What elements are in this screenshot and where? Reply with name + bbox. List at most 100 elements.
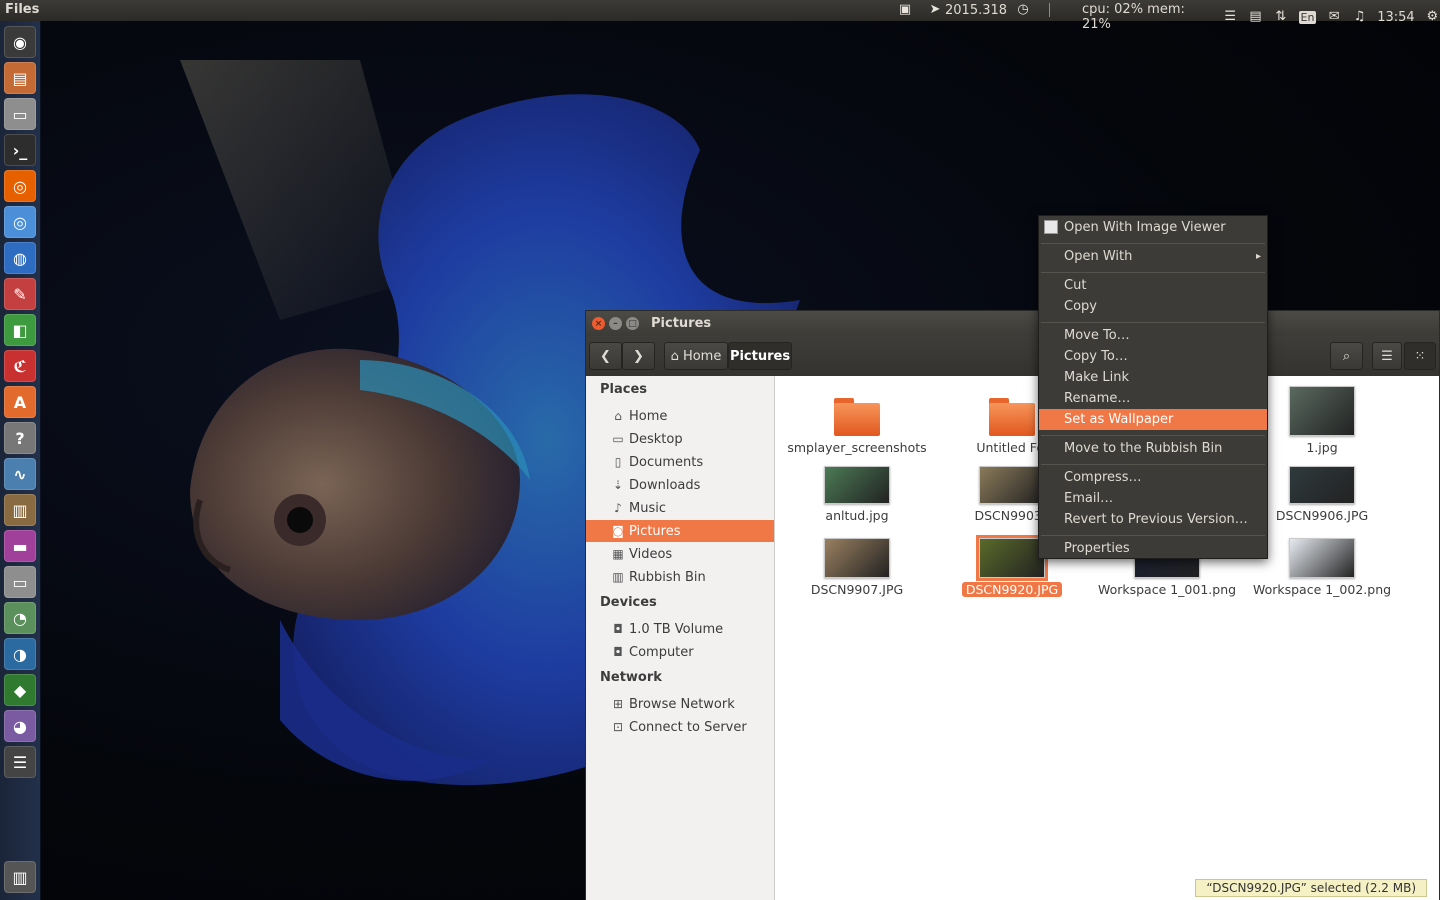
document-icon: ▯ — [614, 455, 622, 469]
grid-view-button[interactable]: ⁙ — [1404, 342, 1436, 370]
file-item[interactable]: DSCN9907.JPG — [782, 538, 932, 597]
menu-item-make-link[interactable]: Make Link — [1039, 367, 1267, 388]
dash-icon[interactable]: ◉ — [4, 26, 36, 58]
list-view-button[interactable]: ☰ — [1372, 342, 1402, 370]
file-name-label: DSCN9920.JPG — [961, 582, 1063, 597]
file-manager-icon[interactable]: ▤ — [4, 62, 36, 94]
devices-header: Devices — [600, 595, 657, 610]
indicator-value[interactable]: 2015.318 — [945, 3, 1007, 18]
keyboard-layout-indicator[interactable]: En — [1298, 10, 1317, 24]
close-icon[interactable]: × — [592, 317, 605, 330]
image-viewer-icon[interactable]: ▥ — [4, 494, 36, 526]
sidebar-item-home[interactable]: ⌂ Home — [586, 405, 774, 427]
sidebar-item-connect-to-server[interactable]: ⊡ Connect to Server — [586, 716, 774, 738]
sidebar-item-downloads[interactable]: ⇣ Downloads — [586, 474, 774, 496]
mail-icon[interactable]: ✉ — [1326, 9, 1341, 25]
chromium-icon[interactable]: ◎ — [4, 206, 36, 238]
help-icon[interactable]: ? — [4, 422, 36, 454]
trash-icon: ▥ — [612, 570, 624, 584]
file-item[interactable]: DSCN9906.JPG — [1247, 466, 1397, 523]
system-monitor-icon[interactable]: ∿ — [4, 458, 36, 490]
menu-item-label: Copy To… — [1064, 349, 1128, 364]
file-item[interactable]: smplayer_screenshots — [782, 386, 932, 455]
removable-drive-icon[interactable]: ▭ — [4, 566, 36, 598]
forward-button[interactable]: ❯ — [622, 342, 655, 370]
menu-separator — [1041, 243, 1265, 244]
chat-icon[interactable]: ◕ — [4, 710, 36, 742]
network-updown-icon[interactable]: ⇅ — [1273, 9, 1288, 25]
menu-item-rename[interactable]: Rename… — [1039, 388, 1267, 409]
menu-item-copy[interactable]: Copy — [1039, 296, 1267, 317]
terminal-icon[interactable]: ›_ — [4, 134, 36, 166]
app-title: Files — [5, 2, 40, 17]
search-icon: ⌕ — [1342, 348, 1351, 364]
home-icon: ⌂ — [614, 409, 622, 423]
menu-item-open-with[interactable]: Open With ▸ — [1039, 246, 1267, 267]
trash-icon[interactable]: ▥ — [4, 861, 36, 893]
file-item[interactable]: anltud.jpg — [782, 466, 932, 523]
sidebar-item-1-0-tb-volume[interactable]: ◘ 1.0 TB Volume — [586, 618, 774, 640]
menu-item-compress[interactable]: Compress… — [1039, 467, 1267, 488]
sidebar-item-documents[interactable]: ▯ Documents — [586, 451, 774, 473]
menu-item-set-as-wallpaper[interactable]: Set as Wallpaper — [1039, 409, 1267, 430]
sidebar-item-browse-network[interactable]: ⊞ Browse Network — [586, 693, 774, 715]
menu-item-revert-to-previous-version[interactable]: Revert to Previous Version… — [1039, 509, 1267, 530]
window-title: Pictures — [651, 316, 712, 331]
file-item[interactable]: Workspace 1_002.png — [1247, 538, 1397, 597]
sidebar-item-pictures[interactable]: ◙ Pictures — [586, 520, 774, 542]
gear-icon[interactable]: ⚙ — [1425, 9, 1440, 25]
sidebar-item-computer[interactable]: ◘ Computer — [586, 641, 774, 663]
drive-icon[interactable]: ▭ — [4, 98, 36, 130]
maximize-icon[interactable]: □ — [626, 317, 639, 330]
menu-indicator-icon[interactable]: ☰ — [1222, 9, 1237, 25]
clock-indicator-icon[interactable]: ◷ — [1015, 2, 1031, 18]
menu-item-copy-to[interactable]: Copy To… — [1039, 346, 1267, 367]
software-center-icon[interactable]: A — [4, 386, 36, 418]
app-red-icon[interactable]: ℭ — [4, 350, 36, 382]
panel-separator — [1049, 3, 1051, 17]
music-icon: ♪ — [614, 501, 622, 515]
firefox-icon[interactable]: ◎ — [4, 170, 36, 202]
menu-item-label: Cut — [1064, 278, 1087, 293]
search-button[interactable]: ⌕ — [1330, 342, 1363, 370]
window-titlebar[interactable]: × – □ Pictures — [586, 311, 1439, 336]
back-button[interactable]: ❮ — [589, 342, 622, 370]
workspace-switcher-icon[interactable]: ☰ — [4, 746, 36, 778]
menu-item-move-to-the-rubbish-bin[interactable]: Move to the Rubbish Bin — [1039, 438, 1267, 459]
volume-icon[interactable]: ♫ — [1352, 9, 1367, 25]
tray-right: cpu: 02% mem: 21% ☰ ▤ ⇅ En ✉ ♫ 13:54 ⚙ — [1082, 2, 1440, 32]
menu-item-properties[interactable]: Properties — [1039, 538, 1267, 559]
steam-like-icon[interactable]: ◑ — [4, 638, 36, 670]
screen-indicator-icon[interactable]: ▣ — [897, 2, 913, 18]
folder-icon — [989, 398, 1035, 436]
app-green-icon[interactable]: ◧ — [4, 314, 36, 346]
menu-separator — [1041, 435, 1265, 436]
breadcrumb-current[interactable]: Pictures — [728, 342, 792, 370]
places-header: Places — [600, 382, 648, 397]
sidebar-item-videos[interactable]: ▦ Videos — [586, 543, 774, 565]
menu-item-email[interactable]: Email… — [1039, 488, 1267, 509]
sidebar-item-rubbish-bin[interactable]: ▥ Rubbish Bin — [586, 566, 774, 588]
sidebar-item-music[interactable]: ♪ Music — [586, 497, 774, 519]
sidebar-item-label: Home — [629, 408, 668, 424]
game-icon[interactable]: ◆ — [4, 674, 36, 706]
minimize-icon[interactable]: – — [609, 317, 622, 330]
menu-item-label: Open With Image Viewer — [1064, 220, 1226, 235]
sidebar-item-desktop[interactable]: ▭ Desktop — [586, 428, 774, 450]
menu-item-move-to[interactable]: Move To… — [1039, 325, 1267, 346]
clock[interactable]: 13:54 — [1377, 10, 1414, 25]
file-item[interactable]: 1.jpg — [1247, 386, 1397, 455]
chevron-left-icon: ❮ — [600, 348, 611, 364]
window-app-icon[interactable]: ▬ — [4, 530, 36, 562]
settings-tool-icon[interactable]: ✎ — [4, 278, 36, 310]
menu-item-cut[interactable]: Cut — [1039, 275, 1267, 296]
battery-indicator-icon[interactable]: ▤ — [1248, 9, 1263, 25]
disk-usage-icon[interactable]: ◔ — [4, 602, 36, 634]
system-monitor-readout[interactable]: cpu: 02% mem: 21% — [1082, 2, 1212, 32]
breadcrumb-home[interactable]: ⌂ Home — [664, 342, 728, 370]
navigation-arrow-icon[interactable]: ➤ — [927, 2, 943, 18]
earth-icon[interactable]: ◍ — [4, 242, 36, 274]
menu-item-open-with-image-viewer[interactable]: Open With Image Viewer — [1039, 217, 1267, 238]
toolbar: ❮ ❯ ⌂ Home Pictures ⌕ ☰ ⁙ — [586, 336, 1439, 376]
sidebar-item-label: Documents — [629, 454, 704, 470]
